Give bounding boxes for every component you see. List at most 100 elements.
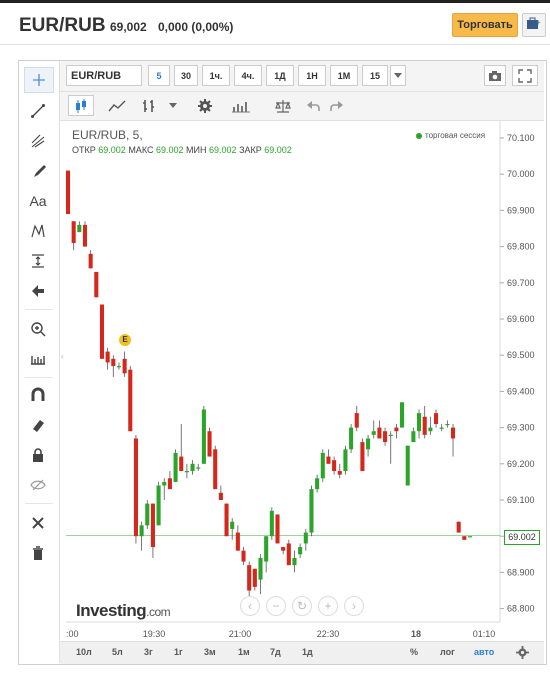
- panel-collapse-handle[interactable]: ‹: [61, 352, 67, 364]
- candle-body: [179, 456, 184, 472]
- candle-body: [405, 445, 410, 486]
- status-dot: [416, 132, 422, 139]
- range-10y[interactable]: 10л: [76, 647, 92, 657]
- candle-body: [462, 536, 467, 540]
- candle-body: [275, 514, 280, 544]
- candle-body: [128, 369, 133, 432]
- range-7d[interactable]: 7д: [270, 647, 281, 657]
- candle-body: [377, 427, 382, 439]
- candle-body: [332, 460, 337, 472]
- candle-body: [99, 304, 105, 359]
- low-label: МИН: [186, 145, 207, 155]
- candle-body: [315, 478, 320, 490]
- candle-body: [213, 449, 218, 490]
- candle-body: [150, 503, 155, 548]
- percent-scale-button[interactable]: %: [410, 647, 418, 657]
- candle-body: [111, 358, 116, 367]
- x-tick-label: 01:10: [473, 629, 496, 639]
- zoom-out-button[interactable]: −: [266, 596, 286, 616]
- reset-button[interactable]: ↻: [292, 596, 312, 616]
- range-1d[interactable]: 1д: [302, 647, 313, 657]
- candle-body: [94, 271, 99, 298]
- candle-body: [467, 536, 473, 538]
- candle-body: [400, 402, 405, 428]
- candle-body: [77, 224, 82, 233]
- candle-body: [116, 366, 121, 368]
- x-tick-label: :00: [66, 629, 79, 639]
- candlestick-chart[interactable]: 70.100 70.000 69.900 69.800 69.700 69.600 69.5…: [0, 0, 550, 674]
- candle-body: [309, 489, 314, 533]
- y-tick-label: 69.700: [507, 278, 535, 288]
- y-tick-label: 69.900: [507, 205, 535, 215]
- scroll-left-button[interactable]: ‹: [240, 596, 260, 616]
- y-tick-label: 69.600: [507, 314, 535, 324]
- y-tick-label: 69.800: [507, 242, 535, 252]
- last-price-tag: 69.002: [504, 530, 540, 545]
- candle-body: [235, 532, 240, 551]
- candle-body: [450, 427, 456, 439]
- legend-title: EUR/RUB, 5,: [72, 128, 143, 142]
- candle-body: [207, 431, 212, 457]
- candle-body: [286, 543, 291, 566]
- x-tick-label: 19:30: [143, 629, 166, 639]
- candle-body: [196, 467, 201, 469]
- range-5y[interactable]: 5л: [112, 647, 123, 657]
- auto-scale-button[interactable]: авто: [474, 647, 494, 657]
- range-1m[interactable]: 1м: [238, 647, 250, 657]
- candle-body: [162, 481, 167, 486]
- candle-body: [371, 431, 376, 435]
- candle-body: [122, 358, 127, 374]
- y-tick-label: 68.800: [507, 604, 535, 614]
- candle-body: [82, 224, 88, 247]
- low-value: 69.002: [209, 145, 237, 155]
- candle-body: [394, 427, 399, 432]
- candle-body: [326, 456, 331, 464]
- scroll-right-button[interactable]: ›: [344, 596, 364, 616]
- chart-legend-title: EUR/RUB, 5,: [72, 128, 143, 142]
- event-badge[interactable]: E: [119, 334, 131, 346]
- candle-body: [383, 431, 388, 443]
- y-tick-label: 69.200: [507, 459, 535, 469]
- candle-body: [388, 434, 393, 437]
- candle-body: [428, 427, 433, 432]
- range-3m[interactable]: 3м: [204, 647, 216, 657]
- candle-body: [258, 557, 263, 580]
- candle-body: [230, 521, 235, 529]
- range-1y[interactable]: 1г: [174, 647, 183, 657]
- candle-body: [145, 503, 150, 526]
- range-3y[interactable]: 3г: [144, 647, 153, 657]
- range-bar: 10л 5л 3г 1г 3м 1м 7д 1д % лог авто: [60, 641, 544, 664]
- y-tick-label: 69.100: [507, 495, 535, 505]
- candle-body: [252, 568, 257, 587]
- candle-body: [417, 413, 422, 432]
- logo-name: Investing: [76, 601, 147, 620]
- candle-body: [360, 442, 365, 472]
- candle-body: [224, 503, 229, 537]
- open-value: 69.002: [98, 145, 126, 155]
- y-tick-label: 69.300: [507, 423, 535, 433]
- candle-body: [303, 532, 308, 544]
- candle-body: [456, 521, 461, 533]
- y-tick-label: 69.500: [507, 350, 535, 360]
- high-label: МАКС: [128, 145, 154, 155]
- session-label: торговая сессия: [425, 131, 486, 140]
- candle-body: [65, 170, 71, 215]
- ohlc-legend: ОТКР 69.002 МАКС 69.002 МИН 69.002 ЗАКР …: [72, 145, 292, 155]
- y-tick-label: 69.400: [507, 386, 535, 396]
- high-value: 69.002: [155, 145, 184, 155]
- candle-body: [292, 557, 297, 566]
- candle-body: [190, 463, 195, 472]
- candle-body: [218, 492, 223, 500]
- candle-body: [349, 427, 354, 450]
- logo-suffix: .com: [146, 605, 171, 619]
- candle-body: [366, 438, 371, 450]
- y-tick-label: 70.000: [507, 169, 535, 179]
- candle-body: [281, 547, 286, 551]
- gear-icon[interactable]: [516, 646, 529, 664]
- candle-body: [241, 550, 246, 562]
- candle-body: [71, 221, 76, 243]
- log-scale-button[interactable]: лог: [440, 647, 455, 657]
- zoom-in-button[interactable]: +: [318, 596, 338, 616]
- candle-body: [247, 565, 252, 591]
- session-status: торговая сессия: [416, 131, 485, 140]
